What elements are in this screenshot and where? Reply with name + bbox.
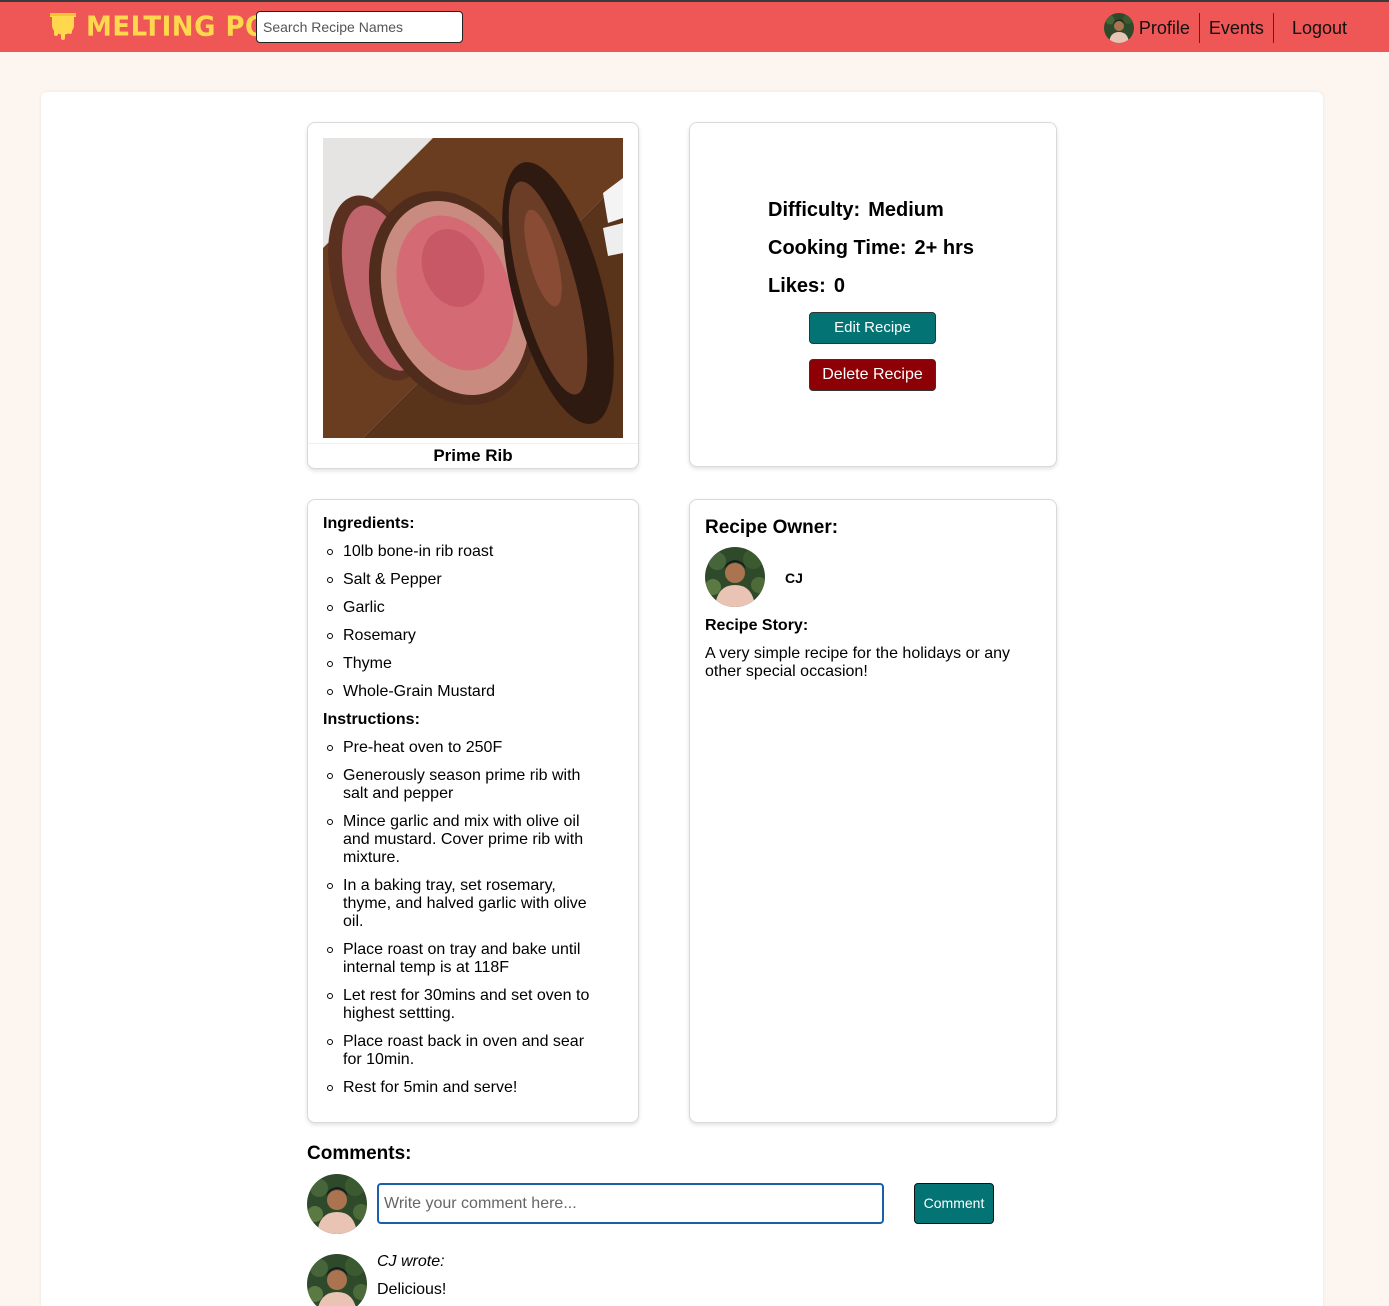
user-avatar-icon (1103, 13, 1134, 43)
avatar[interactable] (705, 547, 765, 607)
instruction-item: Rest for 5min and serve! (327, 1079, 603, 1097)
bullet-icon (327, 549, 333, 555)
nav-events-link[interactable]: Events (1200, 13, 1274, 43)
likes-row: Likes: 0 (768, 275, 845, 298)
instruction-item: Place roast back in oven and sear for 10… (327, 1033, 603, 1069)
difficulty-row: Difficulty: Medium (768, 199, 944, 222)
bullet-icon (327, 819, 333, 825)
bullet-icon (327, 633, 333, 639)
bullet-icon (327, 1085, 333, 1091)
ingredient-item: Thyme (327, 655, 603, 673)
comment-submit-button[interactable]: Comment (914, 1183, 994, 1224)
recipe-title: Prime Rib (308, 443, 638, 466)
user-avatar-icon (705, 547, 765, 607)
avatar (307, 1174, 367, 1234)
bullet-icon (327, 577, 333, 583)
cooking-time-row: Cooking Time: 2+ hrs (768, 237, 974, 260)
comment-text: Delicious! (377, 1281, 447, 1298)
bullet-icon (327, 689, 333, 695)
cooking-time-label: Cooking Time: (768, 237, 907, 259)
top-navbar: MELTING POT Profile Events Logout (0, 0, 1389, 52)
logout-link-label: Logout (1291, 17, 1347, 38)
comment-input[interactable] (377, 1183, 884, 1224)
comments-heading: Comments: (307, 1143, 412, 1164)
delete-recipe-button[interactable]: Delete Recipe (809, 359, 936, 391)
instruction-item: Generously season prime rib with salt an… (327, 767, 603, 803)
bullet-icon (327, 1039, 333, 1045)
ingredients-heading: Ingredients: (323, 515, 415, 532)
avatar (307, 1254, 367, 1306)
story-heading: Recipe Story: (705, 617, 809, 634)
nav-logout-link[interactable]: Logout (1274, 13, 1389, 43)
recipe-info-card: Difficulty: Medium Cooking Time: 2+ hrs Li… (689, 122, 1057, 467)
instruction-item: Place roast on tray and bake until inter… (327, 941, 603, 977)
story-text: A very simple recipe for the holidays or… (705, 645, 1011, 680)
ingredient-item: Garlic (327, 599, 603, 617)
cooking-time-value: 2+ hrs (914, 237, 975, 259)
comment-author: CJ wrote: (377, 1253, 445, 1270)
instruction-item: Pre-heat oven to 250F (327, 739, 603, 757)
melting-pot-icon (50, 13, 76, 40)
owner-heading: Recipe Owner: (705, 517, 839, 538)
ingredient-item: Whole-Grain Mustard (327, 683, 603, 701)
user-avatar-icon (307, 1254, 367, 1306)
recipe-photo (323, 138, 623, 438)
events-link-label: Events (1208, 17, 1264, 38)
profile-link-label: Profile (1138, 17, 1190, 38)
user-avatar-icon (307, 1174, 367, 1234)
instruction-item: Mince garlic and mix with olive oil and … (327, 813, 603, 867)
instruction-item: In a baking tray, set rosemary, thyme, a… (327, 877, 603, 931)
bullet-icon (327, 661, 333, 667)
bullet-icon (327, 745, 333, 751)
search-input[interactable] (256, 11, 463, 43)
difficulty-label: Difficulty: (768, 199, 861, 221)
owner-name[interactable]: CJ (785, 570, 803, 586)
ingredient-item: Salt & Pepper (327, 571, 603, 589)
bullet-icon (327, 773, 333, 779)
main-panel (41, 92, 1323, 1306)
avatar (1103, 13, 1134, 43)
difficulty-value: Medium (868, 199, 944, 221)
recipe-image-card: Prime Rib (307, 122, 639, 469)
instruction-item: Let rest for 30mins and set oven to high… (327, 987, 603, 1023)
ingredients-card: Ingredients: 10lb bone-in rib roast Salt… (307, 499, 639, 1123)
prime-rib-image (323, 138, 623, 438)
bullet-icon (327, 883, 333, 889)
logo[interactable]: MELTING POT (48, 10, 286, 44)
bullet-icon (327, 993, 333, 999)
nav-profile-link[interactable]: Profile (1103, 13, 1200, 43)
bullet-icon (327, 605, 333, 611)
recipe-owner-card: Recipe Owner: CJ Recipe Story: A very si… (689, 499, 1057, 1123)
likes-label: Likes: (768, 275, 826, 297)
ingredient-item: Rosemary (327, 627, 603, 645)
likes-count: 0 (833, 275, 845, 297)
ingredient-item: 10lb bone-in rib roast (327, 543, 603, 561)
edit-recipe-button[interactable]: Edit Recipe (809, 312, 936, 344)
instructions-heading: Instructions: (323, 711, 420, 728)
nav-links: Profile Events Logout (1103, 12, 1389, 44)
bullet-icon (327, 947, 333, 953)
